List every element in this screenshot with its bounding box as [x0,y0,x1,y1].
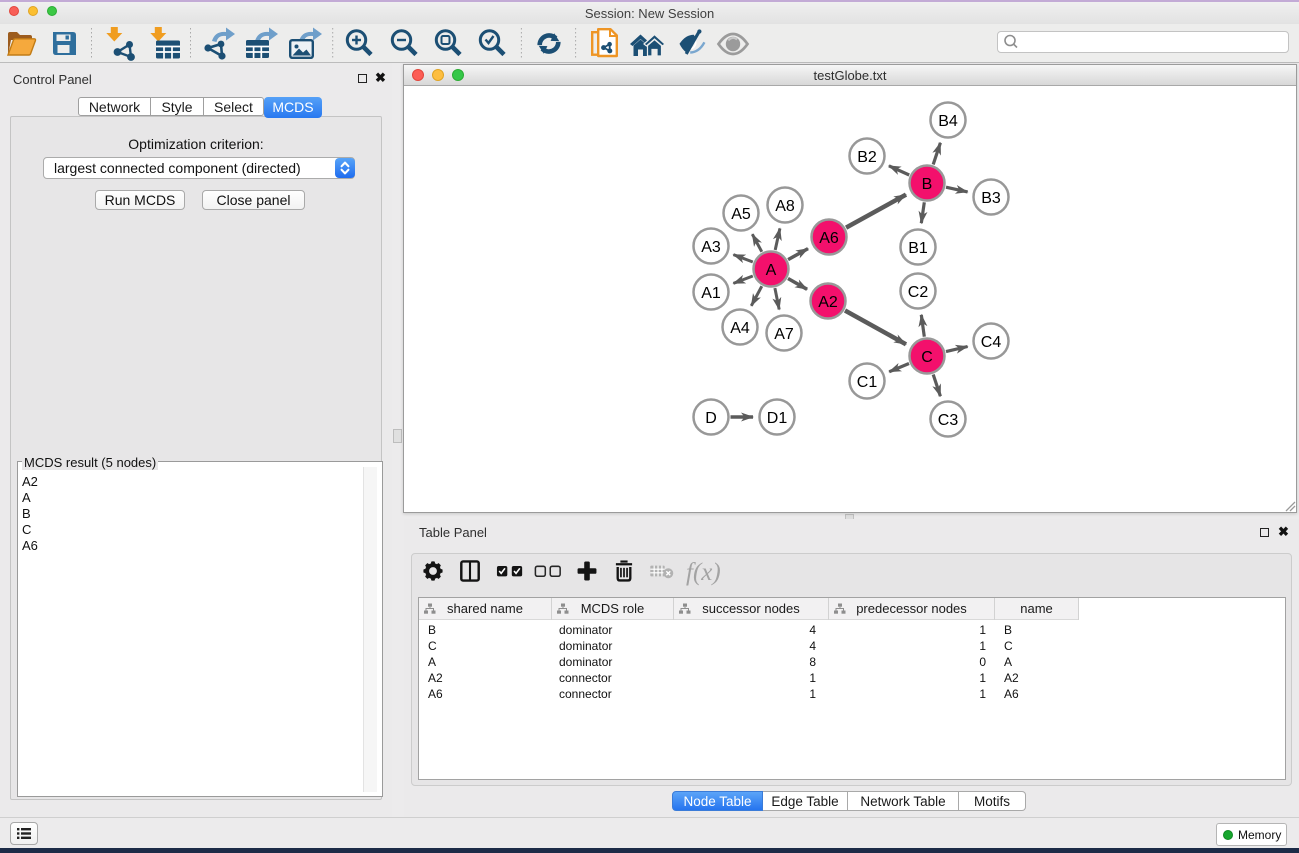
svg-text:C3: C3 [938,412,959,429]
svg-text:B3: B3 [981,190,1001,207]
svg-text:A4: A4 [730,320,750,337]
svg-text:A7: A7 [774,326,794,343]
svg-text:D1: D1 [767,410,788,427]
svg-text:B2: B2 [857,149,877,166]
svg-text:C1: C1 [857,374,878,391]
svg-text:A1: A1 [701,285,721,302]
svg-text:B4: B4 [938,113,958,130]
svg-text:A3: A3 [701,239,721,256]
svg-text:A6: A6 [819,230,839,247]
svg-text:f(x): f(x) [686,559,721,586]
svg-text:A: A [766,262,777,279]
svg-text:C: C [921,349,933,366]
svg-text:B1: B1 [908,240,928,257]
svg-text:C4: C4 [981,334,1002,351]
svg-text:D: D [705,410,717,427]
svg-text:A2: A2 [818,294,838,311]
svg-text:B: B [922,176,933,193]
svg-text:A5: A5 [731,206,751,223]
svg-text:C2: C2 [908,284,929,301]
svg-text:A8: A8 [775,198,795,215]
